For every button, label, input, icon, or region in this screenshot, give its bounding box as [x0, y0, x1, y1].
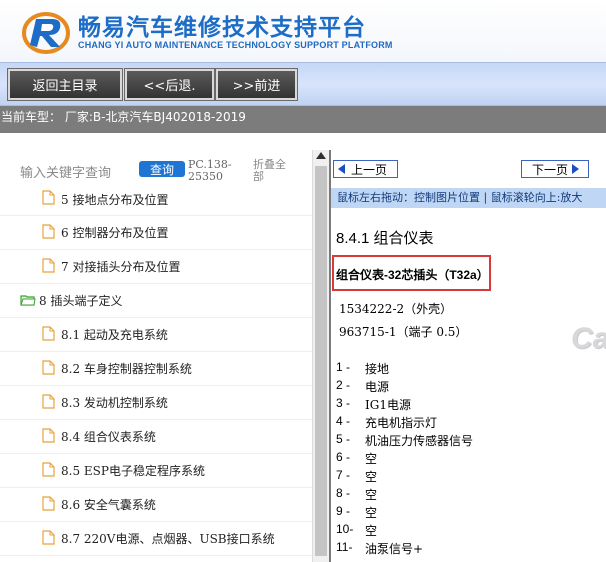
pc-code: PC.138-25350 [188, 158, 232, 183]
scroll-up-icon[interactable] [316, 152, 326, 159]
tree-item-label: 8.3 发动机控制系统 [61, 396, 168, 410]
document-viewer: 上一页 下一页 鼠标左右拖动：控制图片位置 | 鼠标滚轮向上:放大 8.4.1 … [331, 150, 606, 562]
document-icon [42, 326, 55, 341]
pin-description: 机油压力传感器信号 [365, 434, 474, 448]
pin-number: 5 - [336, 432, 351, 446]
toc-tree: 5 接地点分布及位置 6 控制器分布及位置 7 对接插头分布及位置 8 插头端子… [0, 188, 312, 556]
mouse-hint-bar: 鼠标左右拖动：控制图片位置 | 鼠标滚轮向上:放大 [331, 188, 606, 208]
tree-item[interactable]: 8.2 车身控制器控制系统 [0, 352, 312, 386]
search-input[interactable]: 输入关键字查询 [20, 162, 111, 181]
pin-description: 电源 [365, 380, 390, 394]
prev-page-button[interactable]: 上一页 [333, 160, 398, 178]
document-icon [42, 428, 55, 443]
tree-item-label: 8.7 220V电源、点烟器、USB接口系统 [61, 532, 275, 546]
pin-description: 接地 [365, 362, 390, 376]
document-icon [42, 530, 55, 545]
pin-number: 7 - [336, 468, 351, 482]
app-header: 畅易汽车维修技术支持平台 CHANG YI AUTO MAINTENANCE T… [0, 0, 606, 62]
tree-item-label: 8.5 ESP电子稳定程序系统 [61, 464, 205, 478]
pin-row: 10- 空 [336, 522, 586, 540]
collapse-all-button[interactable]: 折叠全部 [253, 159, 293, 183]
pin-number: 9 - [336, 504, 351, 518]
section-title: 8.4.1 组合仪表 [336, 230, 434, 247]
tree-item[interactable]: 5 接地点分布及位置 [0, 188, 312, 216]
pin-description: 空 [365, 470, 378, 484]
document-icon [42, 258, 55, 273]
tree-item[interactable]: 7 对接插头分布及位置 [0, 250, 312, 284]
tree-folder[interactable]: 8 插头端子定义 [0, 284, 312, 318]
tree-item[interactable]: 8.5 ESP电子稳定程序系统 [0, 454, 312, 488]
pin-row: 9 - 空 [336, 504, 586, 522]
pin-row: 7 - 空 [336, 468, 586, 486]
terminal-part-number: 963715-1（端子 0.5） [339, 325, 468, 339]
arrow-left-icon [338, 164, 345, 174]
pin-row: 4 - 充电机指示灯 [336, 414, 586, 432]
tree-item-label: 8.6 安全气囊系统 [61, 498, 156, 512]
next-page-button[interactable]: 下一页 [521, 160, 589, 178]
document-icon [42, 190, 55, 205]
pin-number: 8 - [336, 486, 351, 500]
watermark: Ca [571, 322, 606, 355]
current-vehicle-bar: 当前车型： 厂家:B-北京汽车BJ402018-2019 [0, 106, 606, 133]
page-nav-bar: 上一页 下一页 [331, 150, 606, 188]
tree-item[interactable]: 6 控制器分布及位置 [0, 216, 312, 250]
document-icon [42, 462, 55, 477]
tree-item[interactable]: 8.1 起动及充电系统 [0, 318, 312, 352]
scroll-thumb[interactable] [315, 166, 327, 556]
pin-row: 5 - 机油压力传感器信号 [336, 432, 586, 450]
pin-row: 2 - 电源 [336, 378, 586, 396]
history-back-button[interactable]: <<后退. [124, 68, 215, 101]
pin-row: 6 - 空 [336, 450, 586, 468]
pin-number: 11- [336, 540, 353, 554]
tree-folder-label: 8 插头端子定义 [39, 294, 123, 308]
left-panel: 输入关键字查询 查询 PC.138-25350 折叠全部 5 接地点分布及位置 … [0, 133, 312, 562]
pin-description: 充电机指示灯 [365, 416, 438, 430]
tree-item-label: 7 对接插头分布及位置 [61, 260, 181, 274]
brand-subtitle: CHANG YI AUTO MAINTENANCE TECHNOLOGY SUP… [78, 40, 393, 50]
search-row: 输入关键字查询 查询 PC.138-25350 折叠全部 [0, 155, 312, 191]
document-icon [42, 496, 55, 511]
nav-bar: 返回主目录 <<后退. >>前进 [0, 62, 606, 106]
document-icon [42, 394, 55, 409]
tree-item-label: 8.2 车身控制器控制系统 [61, 362, 192, 376]
pin-number: 10- [336, 522, 354, 536]
back-to-main-button[interactable]: 返回主目录 [7, 68, 123, 101]
pin-number: 2 - [336, 378, 351, 392]
prev-page-label: 上一页 [351, 162, 388, 177]
tree-item[interactable]: 8.7 220V电源、点烟器、USB接口系统 [0, 522, 312, 556]
pin-number: 4 - [336, 414, 351, 428]
pin-description: 空 [365, 506, 378, 520]
pin-description: 空 [365, 524, 378, 538]
arrow-right-icon [572, 164, 580, 174]
history-forward-button[interactable]: >>前进 [215, 68, 298, 101]
pin-description: 空 [365, 488, 378, 502]
search-button[interactable]: 查询 [139, 161, 185, 177]
document-icon [42, 360, 55, 375]
left-panel-scrollbar[interactable] [312, 150, 329, 562]
tree-item-label: 6 控制器分布及位置 [61, 226, 169, 240]
housing-part-number: 1534222-2（外壳） [339, 302, 453, 316]
brand-title: 畅易汽车维修技术支持平台 [78, 15, 366, 41]
tree-item[interactable]: 8.4 组合仪表系统 [0, 420, 312, 454]
pin-row: 3 - IG1电源 [336, 396, 586, 414]
brand-logo-icon [22, 12, 70, 54]
pin-description: 油泵信号+ [365, 542, 424, 556]
pin-number: 6 - [336, 450, 351, 464]
tree-item[interactable]: 8.6 安全气囊系统 [0, 488, 312, 522]
next-page-label: 下一页 [532, 162, 569, 177]
tree-item-label: 8.4 组合仪表系统 [61, 430, 156, 444]
tree-item-label: 5 接地点分布及位置 [61, 193, 169, 207]
pin-description: 空 [365, 452, 378, 466]
pin-number: 3 - [336, 396, 351, 410]
document-icon [42, 224, 55, 239]
pin-number: 1 - [336, 360, 351, 374]
folder-open-icon [20, 295, 36, 306]
pin-row: 8 - 空 [336, 486, 586, 504]
pin-row: 11- 油泵信号+ [336, 540, 586, 558]
pin-description: IG1电源 [365, 398, 411, 412]
connector-title: 组合仪表-32芯插头（T32a） [336, 268, 489, 282]
pin-row: 1 - 接地 [336, 360, 586, 378]
tree-item-label: 8.1 起动及充电系统 [61, 328, 168, 342]
tree-item[interactable]: 8.3 发动机控制系统 [0, 386, 312, 420]
